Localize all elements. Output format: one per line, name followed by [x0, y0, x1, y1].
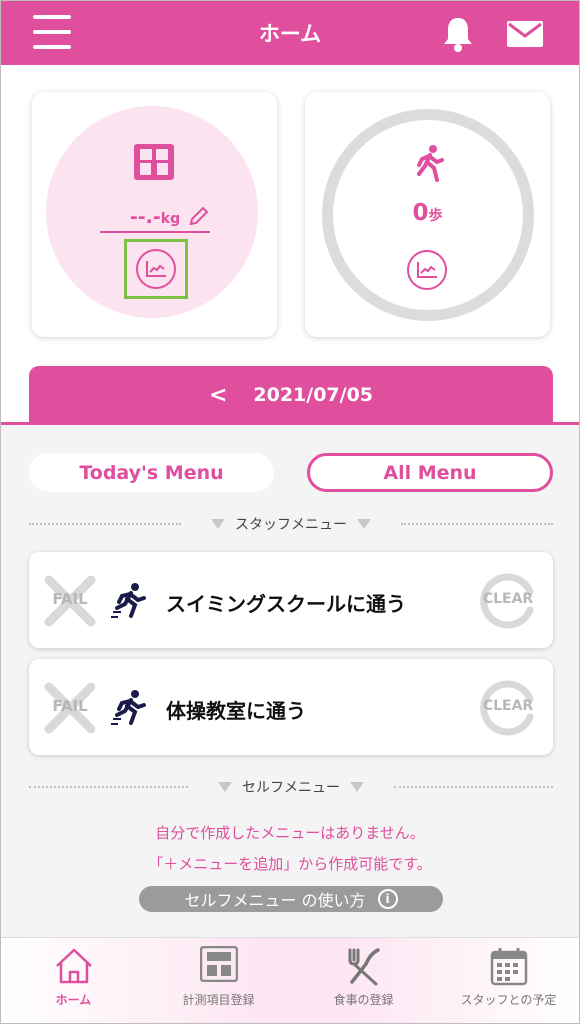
steps-number: 0: [412, 200, 429, 226]
date-divider-line: [1, 422, 579, 425]
tab-todays-menu[interactable]: Today's Menu: [29, 453, 274, 492]
steps-graph-button[interactable]: [407, 250, 447, 290]
scale-icon: [199, 946, 238, 982]
triangle-down-icon: [218, 782, 232, 792]
nav-measurement[interactable]: 計測項目登録: [146, 938, 291, 1023]
fail-label: FAIL: [52, 590, 88, 608]
self-menu-label: セルフメニュー: [242, 780, 340, 796]
howto-label: セルフメニュー の使い方: [184, 891, 366, 910]
steps-card: 0歩: [305, 92, 550, 337]
bottom-nav: ホーム 計測項目登録 食事の登録 スタッフとの予定: [1, 937, 579, 1023]
steps-value: 0歩: [365, 200, 490, 226]
nav-staff-schedule-label: スタッフとの予定: [460, 993, 557, 1007]
triangle-down-icon: [350, 782, 364, 792]
prev-date-button[interactable]: <: [209, 383, 227, 408]
menu-icon[interactable]: [33, 15, 71, 51]
info-icon: i: [377, 889, 398, 909]
triangle-down-icon: [357, 519, 371, 529]
running-icon: [111, 690, 146, 725]
calendar-icon: [490, 948, 527, 986]
weight-graph-button[interactable]: [136, 249, 176, 289]
clear-button[interactable]: CLEAR: [478, 572, 538, 630]
staff-menu-divider: スタッフメニュー: [29, 514, 553, 534]
nav-home-label: ホーム: [55, 993, 92, 1007]
current-date: 2021/07/05: [253, 384, 374, 406]
no-self-menu-notice: 自分で作成したメニューはありません。: [155, 824, 425, 842]
menu-item-title: 体操教室に通う: [166, 699, 306, 723]
pencil-icon[interactable]: [187, 206, 211, 228]
page-title: ホーム: [258, 22, 322, 46]
fail-label: FAIL: [52, 697, 88, 715]
weight-graph-highlight: [124, 239, 188, 299]
mail-icon[interactable]: [507, 21, 543, 47]
fail-button[interactable]: FAIL: [43, 681, 97, 735]
chart-icon: [417, 262, 437, 278]
add-menu-hint: 「＋メニューを追加」から作成可能です。: [148, 855, 432, 873]
menu-item[interactable]: FAIL 体操教室に通う CLEAR: [29, 659, 553, 755]
nav-meal-label: 食事の登録: [333, 993, 394, 1007]
bell-icon[interactable]: [442, 15, 474, 53]
nav-meal[interactable]: 食事の登録: [291, 938, 436, 1023]
clear-label: CLEAR: [482, 591, 534, 607]
nav-staff-schedule[interactable]: スタッフとの予定: [436, 938, 579, 1023]
scale-icon: [134, 144, 174, 180]
app-screen: ホーム --.-kg 0歩 < 2021/07/05 Today's Menu …: [0, 0, 580, 1024]
chart-icon: [146, 261, 166, 277]
menu-item[interactable]: FAIL スイミングスクールに通う CLEAR: [29, 552, 553, 648]
clear-label: CLEAR: [482, 698, 534, 714]
fail-button[interactable]: FAIL: [43, 574, 97, 628]
weight-card: --.-kg: [32, 92, 277, 337]
menu-item-title: スイミングスクールに通う: [166, 592, 406, 616]
utensils-icon: [348, 948, 380, 986]
nav-home[interactable]: ホーム: [1, 938, 146, 1023]
walking-icon: [417, 145, 444, 182]
self-menu-howto-button[interactable]: セルフメニュー の使い方 i: [139, 886, 443, 912]
nav-measurement-label: 計測項目登録: [182, 993, 255, 1007]
clear-button[interactable]: CLEAR: [478, 679, 538, 737]
home-icon: [55, 948, 92, 984]
date-bar: < 2021/07/05: [29, 366, 553, 424]
tab-all-menu[interactable]: All Menu: [307, 453, 553, 492]
running-icon: [111, 583, 146, 618]
steps-unit: 歩: [428, 208, 443, 224]
self-menu-divider: セルフメニュー: [29, 777, 553, 797]
triangle-down-icon: [211, 519, 225, 529]
weight-number: --.-: [129, 206, 161, 228]
app-header: ホーム: [1, 1, 579, 65]
weight-unit: kg: [160, 211, 181, 227]
staff-menu-label: スタッフメニュー: [235, 517, 347, 533]
